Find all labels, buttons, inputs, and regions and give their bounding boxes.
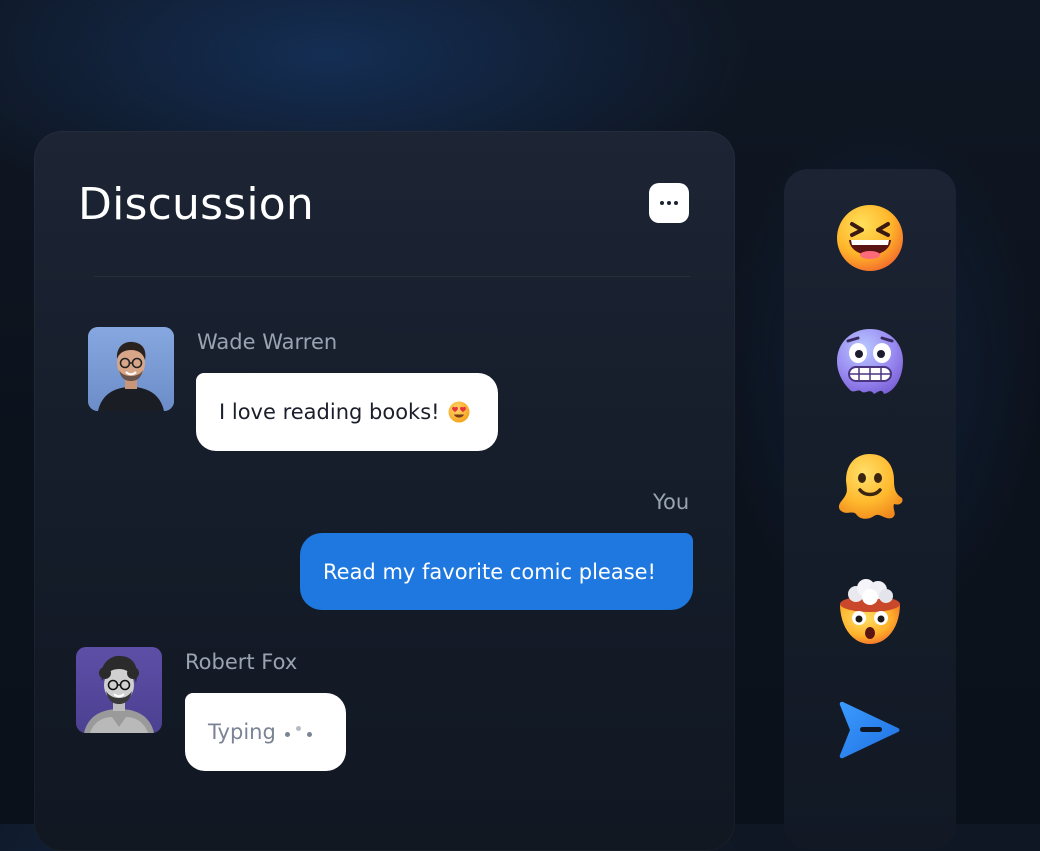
sender-name: Robert Fox: [185, 650, 298, 674]
grimacing-cold-face-emoji-icon[interactable]: [834, 326, 906, 398]
emoji-reaction-panel: [784, 169, 956, 849]
more-dot-icon: [660, 201, 664, 205]
typing-indicator-bubble: Typing: [185, 693, 346, 771]
more-options-button[interactable]: [649, 183, 689, 223]
melting-blob-face-emoji-icon[interactable]: [834, 450, 906, 522]
message-bubble-outgoing: Read my favorite comic please!: [300, 533, 693, 610]
discussion-panel: Discussion Wade Warren I love reading bo…: [34, 131, 735, 851]
message-text: Read my favorite comic please!: [323, 559, 656, 584]
heart-eyes-emoji-icon: [448, 401, 470, 423]
typing-dots-icon: [284, 722, 315, 742]
typing-text: Typing: [208, 720, 276, 744]
avatar-wade-warren[interactable]: [88, 327, 174, 411]
more-dot-icon: [667, 201, 671, 205]
send-arrow-icon[interactable]: [834, 694, 906, 766]
message-text: I love reading books!: [219, 400, 440, 424]
sender-name: Wade Warren: [197, 330, 338, 354]
header-divider: [94, 276, 690, 277]
sender-name-you: You: [653, 490, 690, 514]
page-title: Discussion: [78, 179, 314, 230]
more-dot-icon: [674, 201, 678, 205]
avatar-robert-fox[interactable]: [76, 647, 162, 733]
exploding-head-emoji-icon[interactable]: [834, 574, 906, 646]
laughing-face-emoji-icon[interactable]: [834, 202, 906, 274]
message-bubble-incoming: I love reading books!: [196, 373, 498, 451]
